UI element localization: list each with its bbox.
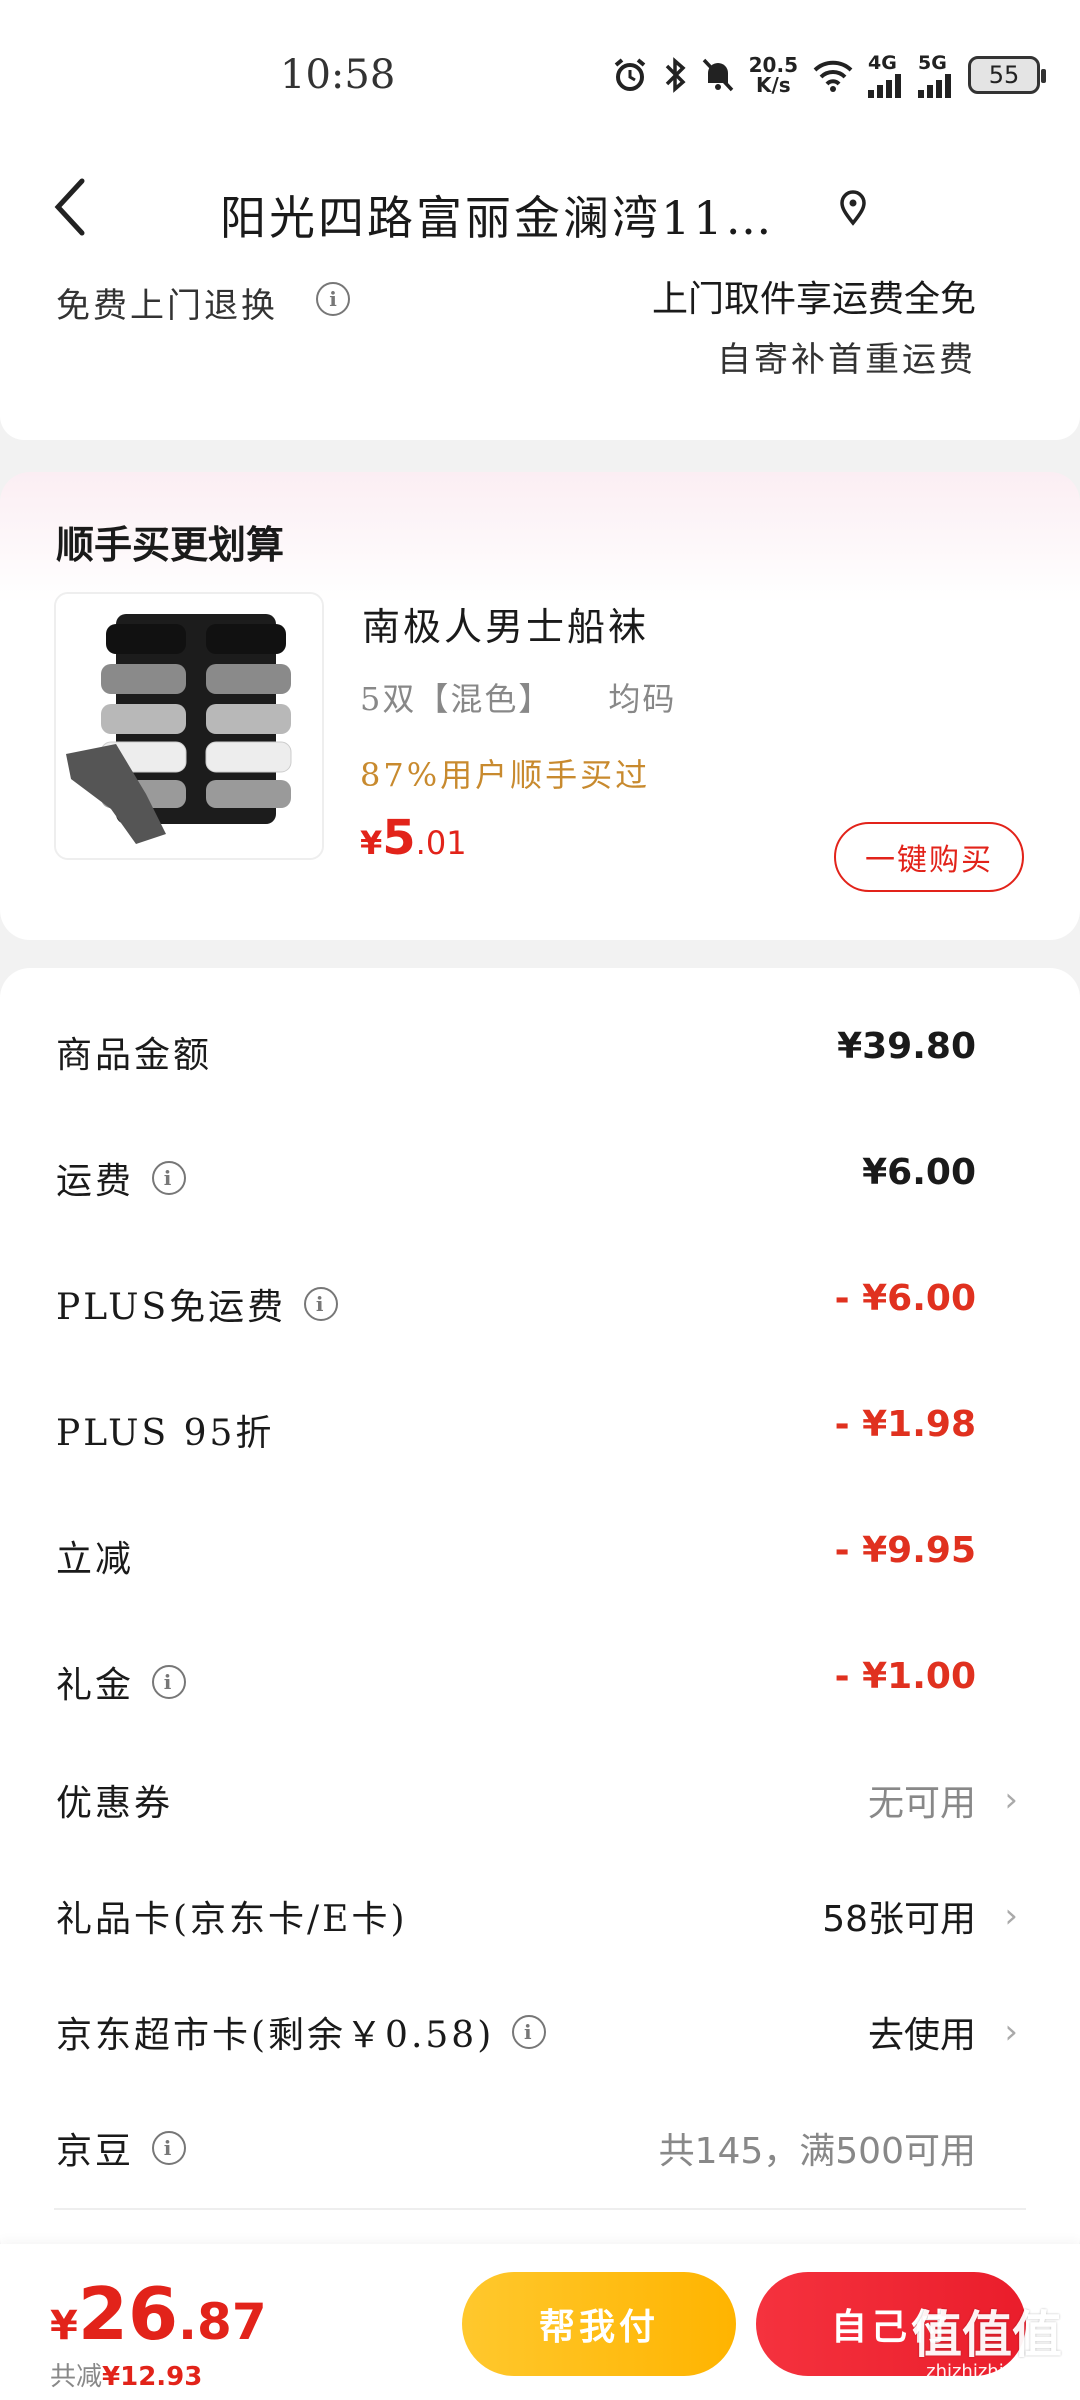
alarm-icon (611, 56, 649, 94)
signal-4g-icon: 4G (868, 52, 904, 98)
divider (54, 2208, 1026, 2210)
product-name[interactable]: 南极人男士船袜 (362, 596, 649, 651)
page-header: 阳光四路富丽金澜湾11… (0, 150, 1080, 270)
product-social-proof: 87%用户顺手买过 (360, 756, 651, 794)
gift-money-value: - ¥1.00 (834, 1656, 976, 1697)
recommend-title: 顺手买更划算 (56, 523, 285, 567)
status-time: 10:58 (280, 52, 396, 98)
gift-money-label: 礼金 (56, 1665, 135, 1706)
row-shipping: 运费 i ¥6.00 (0, 1138, 1080, 1218)
chevron-right-icon: › (1004, 1780, 1018, 1820)
row-instant-discount: 立减 - ¥9.95 (0, 1516, 1080, 1596)
watermark-logo: 值值值 zhizhizhi.com (912, 2306, 1062, 2382)
net-speed-unit: K/s (755, 73, 791, 97)
product-image[interactable] (54, 592, 324, 860)
row-goods-amount: 商品金额 ¥39.80 (0, 1012, 1080, 1092)
status-bar: 10:58 20.5 K/s 4G 5G 55 (0, 0, 1080, 150)
wifi-icon (812, 58, 854, 92)
row-supermarket-card[interactable]: 京东超市卡(剩余￥0.58) i 去使用 › (0, 1992, 1080, 2072)
info-icon[interactable]: i (316, 282, 350, 316)
plus-discount-label: PLUS 95折 (56, 1413, 275, 1454)
status-icons: 20.5 K/s 4G 5G 55 (611, 50, 1046, 100)
coupon-value: 无可用 (867, 1783, 976, 1824)
plus-free-shipping-value: - ¥6.00 (834, 1278, 976, 1319)
instant-discount-value: - ¥9.95 (834, 1530, 976, 1571)
row-jd-beans: 京豆 i 共145，满500可用 (0, 2108, 1080, 2188)
shipping-label: 运费 (56, 1161, 135, 1202)
row-coupon[interactable]: 优惠券 无可用 › (0, 1760, 1080, 1840)
total-price: ¥26.87 (50, 2272, 267, 2356)
product-spec-size: 均码 (608, 680, 677, 718)
net-speed: 20.5 K/s (749, 55, 798, 95)
recommend-card: 顺手买更划算 南极人男士船袜 5双【混色】 均码 87%用户顺手买过 ¥5.01 … (0, 472, 1080, 940)
coupon-label: 优惠券 (56, 1783, 174, 1824)
mute-bell-icon (701, 56, 735, 94)
row-gift-money: 礼金 i - ¥1.00 (0, 1642, 1080, 1722)
chevron-right-icon: › (1004, 2012, 1018, 2052)
gift-card-label: 礼品卡(京东卡/E卡) (56, 1899, 408, 1940)
jd-beans-value: 共145，满500可用 (658, 2131, 976, 2172)
chevron-left-icon (54, 178, 85, 236)
shipping-value: ¥6.00 (862, 1152, 976, 1193)
row-plus-discount: PLUS 95折 - ¥1.98 (0, 1390, 1080, 1470)
goods-amount-label: 商品金额 (56, 1035, 213, 1076)
return-service-main: 上门取件享运费全免 (651, 279, 976, 320)
help-me-pay-button[interactable]: 帮我付 (462, 2272, 736, 2376)
chevron-right-icon: › (1004, 1896, 1018, 1936)
return-service-card: 免费上门退换 i 上门取件享运费全免 自寄补首重运费 (0, 270, 1080, 440)
plus-discount-value: - ¥1.98 (834, 1404, 976, 1445)
gift-card-value: 58张可用 (822, 1899, 976, 1940)
delivery-address[interactable]: 阳光四路富丽金澜湾11… (220, 182, 775, 248)
plus-free-shipping-label: PLUS免运费 (56, 1287, 287, 1328)
total-saved: 共减¥12.93 (50, 2362, 203, 2392)
battery-icon: 55 (968, 56, 1046, 94)
product-price: ¥5.01 (360, 810, 467, 866)
back-button[interactable] (50, 175, 110, 245)
bluetooth-icon (663, 56, 687, 94)
instant-discount-label: 立减 (56, 1539, 135, 1580)
signal-5g-icon: 5G (918, 52, 954, 98)
product-spec-qty: 5双【混色】 (360, 680, 553, 718)
info-icon[interactable]: i (152, 1161, 187, 1195)
info-icon[interactable]: i (152, 1665, 187, 1699)
jd-beans-label: 京豆 (56, 2131, 135, 2172)
info-icon[interactable]: i (512, 2015, 547, 2049)
row-gift-card[interactable]: 礼品卡(京东卡/E卡) 58张可用 › (0, 1876, 1080, 1956)
one-click-buy-button[interactable]: 一键购买 (834, 822, 1024, 892)
info-icon[interactable]: i (152, 2131, 187, 2165)
goods-amount-value: ¥39.80 (837, 1026, 976, 1067)
return-service-label: 免费上门退换 (56, 286, 278, 326)
info-icon[interactable]: i (304, 1287, 339, 1321)
checkout-bar: ¥26.87 共减¥12.93 帮我付 自己付 值值值 zhizhizhi.co… (0, 2244, 1080, 2400)
supermarket-card-label: 京东超市卡(剩余￥0.58) (56, 2015, 495, 2056)
product-spec: 5双【混色】 均码 (360, 674, 676, 720)
location-pin-icon[interactable] (838, 190, 868, 230)
row-plus-free-shipping: PLUS免运费 i - ¥6.00 (0, 1264, 1080, 1344)
return-service-sub: 自寄补首重运费 (717, 340, 976, 380)
supermarket-card-value: 去使用 (867, 2015, 976, 2056)
order-summary-card: 商品金额 ¥39.80 运费 i ¥6.00 PLUS免运费 i - ¥6.00 P… (0, 968, 1080, 2268)
